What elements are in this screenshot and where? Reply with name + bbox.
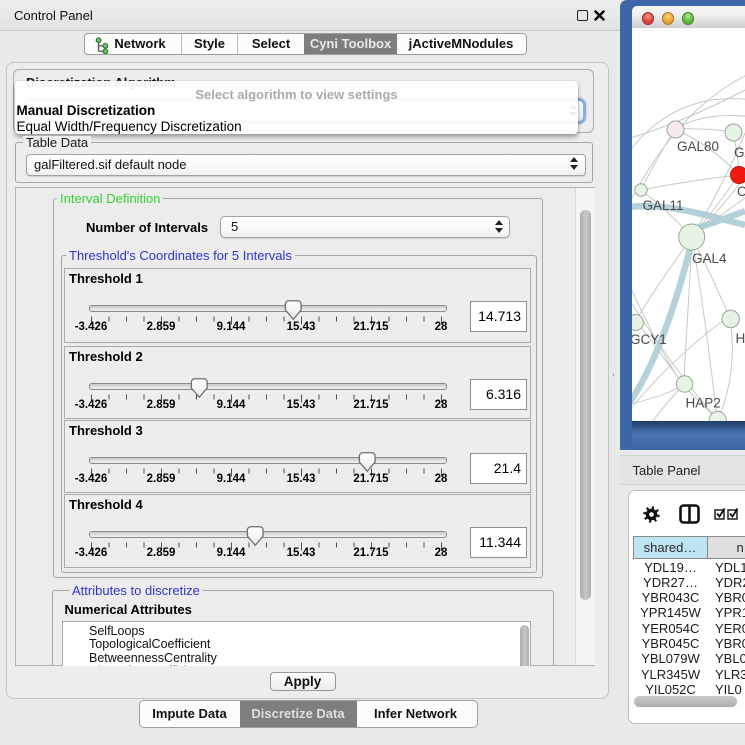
svg-text:GAL80: GAL80	[677, 139, 719, 154]
svg-text:GAL4: GAL4	[692, 251, 727, 266]
svg-text:C: C	[737, 184, 745, 199]
svg-text:H: H	[736, 331, 745, 346]
svg-text:GCY1: GCY1	[632, 332, 667, 347]
svg-text:HAP2: HAP2	[686, 396, 721, 411]
svg-text:GAL11: GAL11	[643, 198, 684, 213]
svg-text:GA: GA	[734, 145, 745, 160]
